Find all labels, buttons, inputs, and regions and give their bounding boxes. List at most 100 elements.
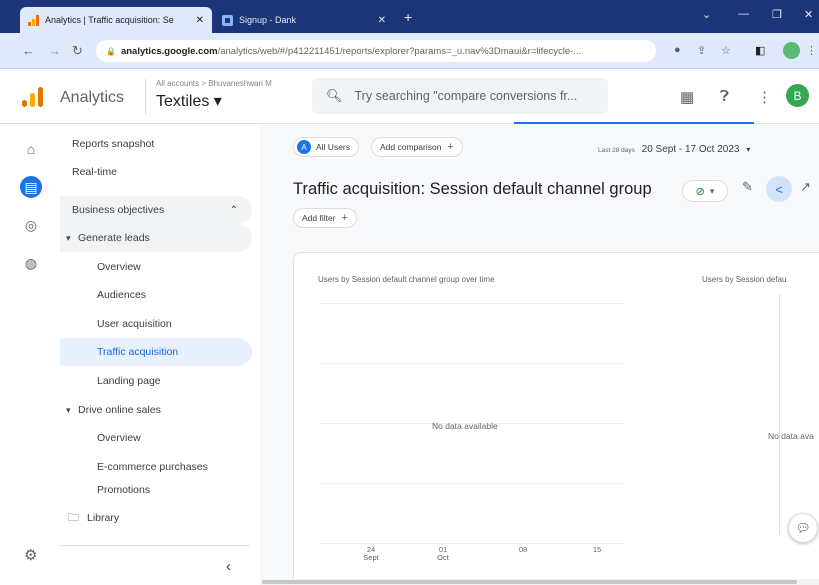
dropdown-arrow-icon: ▾: [709, 185, 715, 196]
date-prefix: Last 28 days: [598, 147, 635, 154]
home-icon[interactable]: ⌂: [20, 138, 42, 160]
nav-library[interactable]: 🗀 Library: [60, 504, 252, 532]
nav-group-generate-leads[interactable]: ▾ Generate leads: [60, 224, 252, 252]
app-name: Analytics: [60, 89, 125, 106]
section-label: Business objectives: [72, 204, 165, 216]
comparison-badge: A: [297, 140, 311, 154]
customize-report-icon[interactable]: ✎: [742, 179, 753, 195]
account-avatar[interactable]: B: [786, 84, 809, 107]
share-icon[interactable]: <: [766, 176, 792, 202]
plus-icon: +: [447, 141, 454, 153]
add-comparison-button[interactable]: Add comparison +: [371, 137, 463, 157]
nav-item-audiences[interactable]: Audiences: [60, 281, 252, 309]
nav-item-ecommerce-purchases[interactable]: E-commerce purchases: [60, 453, 252, 481]
bar-chart-axis: [779, 294, 780, 534]
library-label: Library: [87, 512, 120, 524]
gridline: [319, 303, 624, 304]
restore-icon[interactable]: ❐: [772, 8, 782, 21]
dropdown-arrow-icon: ▾: [746, 145, 751, 154]
search-input[interactable]: 🔍︎ Try searching "compare conversions fr…: [312, 78, 608, 114]
help-icon[interactable]: ❓︎: [720, 88, 729, 105]
minimize-icon[interactable]: —: [738, 8, 749, 20]
date-range-value: 20 Sept - 17 Oct 2023: [641, 144, 740, 155]
close-tab-icon[interactable]: ✕: [378, 15, 386, 26]
nav-group-drive-online-sales[interactable]: ▾ Drive online sales: [60, 396, 252, 424]
tab-title: Analytics | Traffic acquisition: Se: [45, 15, 174, 25]
check-circle-icon: ⊘: [695, 185, 705, 198]
all-users-chip[interactable]: A All Users: [293, 137, 360, 157]
empty-state-text: No data ava: [768, 431, 814, 441]
left-rail: ⌂ ▤ ◎ ◍: [0, 124, 60, 585]
nav-item-overview[interactable]: Overview: [60, 253, 252, 281]
x-tick-label: 15: [592, 545, 602, 554]
report-content: A All Users Add comparison + Last 28 day…: [260, 124, 819, 585]
url-host: analytics.google.com: [120, 45, 218, 57]
more-options-icon[interactable]: ⋮: [757, 88, 772, 106]
x-tick-label: 01 Oct: [437, 545, 449, 562]
bar-chart-title: Users by Session defau: [702, 275, 787, 284]
browser-tab-signup[interactable]: Signup - Dank ✕: [214, 7, 394, 33]
tab-search-chevron-icon[interactable]: ⌄: [702, 8, 711, 21]
nav-realtime[interactable]: Real-time: [60, 158, 252, 186]
close-tab-icon[interactable]: ✕: [196, 15, 204, 26]
nav-item-overview[interactable]: Overview: [60, 424, 252, 452]
add-filter-label: Add filter: [302, 213, 336, 223]
profile-avatar-icon[interactable]: [783, 42, 800, 59]
analytics-header: Analytics All accounts > Bhuvaneshwari M…: [0, 69, 819, 124]
back-arrow-icon[interactable]: ←: [22, 43, 35, 58]
address-bar[interactable]: 🔒 analytics.google.com /analytics/web/#/…: [96, 40, 656, 62]
tab-favicon-icon: [222, 14, 233, 26]
apps-grid-icon[interactable]: ▦: [680, 88, 694, 106]
chevron-up-icon: ⌃: [229, 204, 238, 216]
gridline: [319, 483, 624, 484]
forward-arrow-icon[interactable]: →: [48, 43, 61, 58]
browser-toolbar: ← → ↻ 🔒 analytics.google.com /analytics/…: [0, 33, 819, 69]
nav-item-traffic-acquisition[interactable]: Traffic acquisition: [60, 338, 252, 366]
feedback-icon[interactable]: 💬︎: [788, 513, 818, 543]
reload-icon[interactable]: ↻: [72, 43, 83, 59]
report-status-button[interactable]: ⊘ ▾: [682, 180, 728, 202]
advertising-icon[interactable]: ◍: [20, 252, 42, 274]
new-tab-button[interactable]: +: [404, 9, 412, 25]
all-users-label: All Users: [316, 142, 351, 152]
nav-section-business-objectives[interactable]: Business objectives ⌃: [60, 196, 252, 224]
search-icon: 🔍︎: [326, 88, 343, 103]
add-filter-button[interactable]: Add filter +: [293, 208, 357, 228]
analytics-favicon-icon: [28, 14, 39, 26]
search-placeholder: Try searching "compare conversions fr...: [354, 89, 578, 103]
tab-title: Signup - Dank: [239, 15, 297, 25]
settings-gear-icon[interactable]: ⚙: [24, 546, 37, 564]
browser-tab-strip: Analytics | Traffic acquisition: Se ✕ Si…: [0, 0, 819, 33]
x-tick-label: 24 Sept: [363, 545, 379, 562]
scrollbar-thumb[interactable]: [262, 580, 797, 584]
close-window-icon[interactable]: ✕: [804, 8, 813, 21]
horizontal-scrollbar[interactable]: [260, 579, 819, 585]
nav-item-promotions[interactable]: Promotions: [60, 484, 252, 496]
nav-item-user-acquisition[interactable]: User acquisition: [60, 310, 252, 338]
insights-icon[interactable]: ↗: [800, 179, 811, 195]
nav-reports-snapshot[interactable]: Reports snapshot: [60, 130, 252, 158]
chart-card: Users by Session default channel group o…: [293, 252, 819, 585]
reports-icon[interactable]: ▤: [20, 176, 42, 198]
nav-item-landing-page[interactable]: Landing page: [60, 367, 252, 395]
account-breadcrumb: All accounts > Bhuvaneshwari M: [156, 79, 272, 88]
browser-tab-analytics[interactable]: Analytics | Traffic acquisition: Se ✕: [20, 7, 212, 33]
analytics-logo-icon[interactable]: [22, 87, 44, 112]
group-label: Generate leads: [78, 232, 150, 244]
date-range-picker[interactable]: Last 28 days 20 Sept - 17 Oct 2023 ▾: [598, 144, 750, 155]
line-chart-title: Users by Session default channel group o…: [318, 275, 495, 284]
explore-icon[interactable]: ◎: [20, 214, 42, 236]
share-page-icon[interactable]: ⇪: [697, 44, 706, 57]
collapse-nav-chevron-icon[interactable]: ‹: [226, 558, 231, 575]
caret-down-icon: ▾: [66, 232, 71, 243]
page-title: Traffic acquisition: Session default cha…: [293, 180, 652, 198]
property-name: Textiles ▾: [156, 93, 222, 110]
property-selector[interactable]: All accounts > Bhuvaneshwari M Textiles …: [145, 79, 272, 115]
side-panel-icon[interactable]: ◧: [755, 44, 765, 57]
browser-menu-icon[interactable]: ⋮: [806, 44, 817, 57]
folder-icon: 🗀: [68, 511, 79, 524]
bookmark-star-icon[interactable]: ☆: [721, 44, 731, 57]
lock-icon: 🔒: [106, 46, 116, 56]
add-comparison-label: Add comparison: [380, 142, 442, 152]
google-lens-icon[interactable]: ●: [674, 44, 681, 56]
